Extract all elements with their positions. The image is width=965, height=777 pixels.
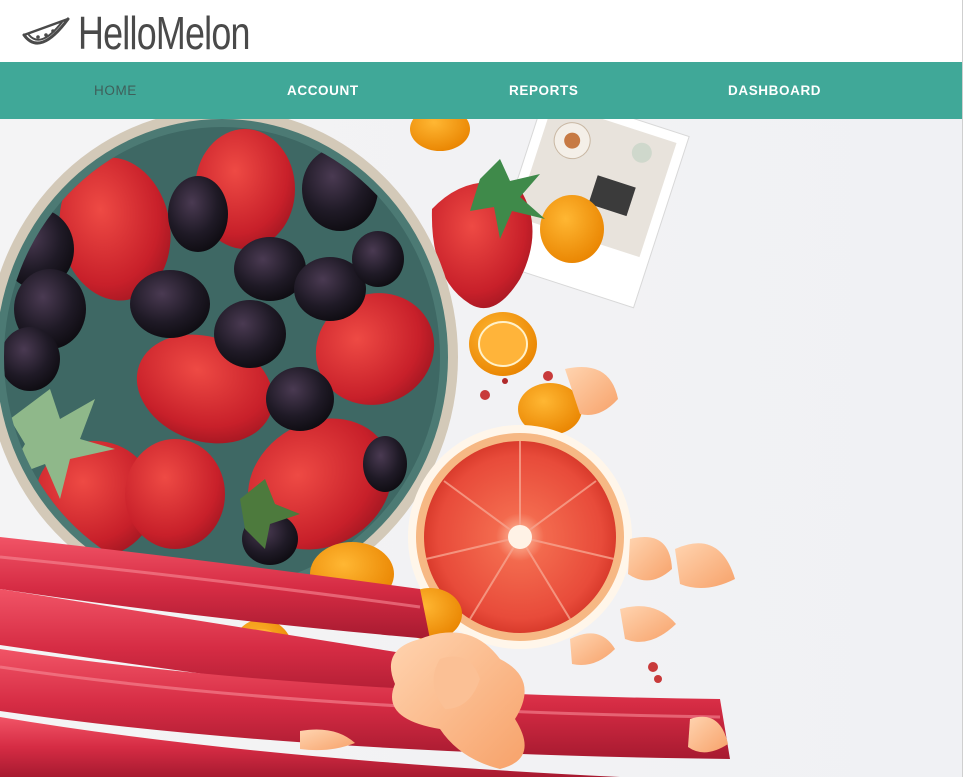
brand-name: HelloMelon: [78, 7, 250, 59]
nav-home-link[interactable]: HOME: [94, 62, 137, 119]
hero-banner: [0, 119, 962, 777]
nav-dashboard-link[interactable]: DASHBOARD: [728, 62, 821, 119]
site-header: HelloMelon: [0, 0, 962, 62]
logo[interactable]: HelloMelon: [20, 8, 298, 58]
fruit-bowl-hero-image: [0, 119, 735, 777]
nav-account-link[interactable]: ACCOUNT: [287, 62, 359, 119]
nav-reports-link[interactable]: REPORTS: [509, 62, 578, 119]
page: HelloMelon HOME ACCOUNT REPORTS DASHBOAR…: [0, 0, 963, 777]
watermelon-slice-icon: [22, 17, 70, 45]
main-navigation: HOME ACCOUNT REPORTS DASHBOARD: [0, 62, 962, 119]
